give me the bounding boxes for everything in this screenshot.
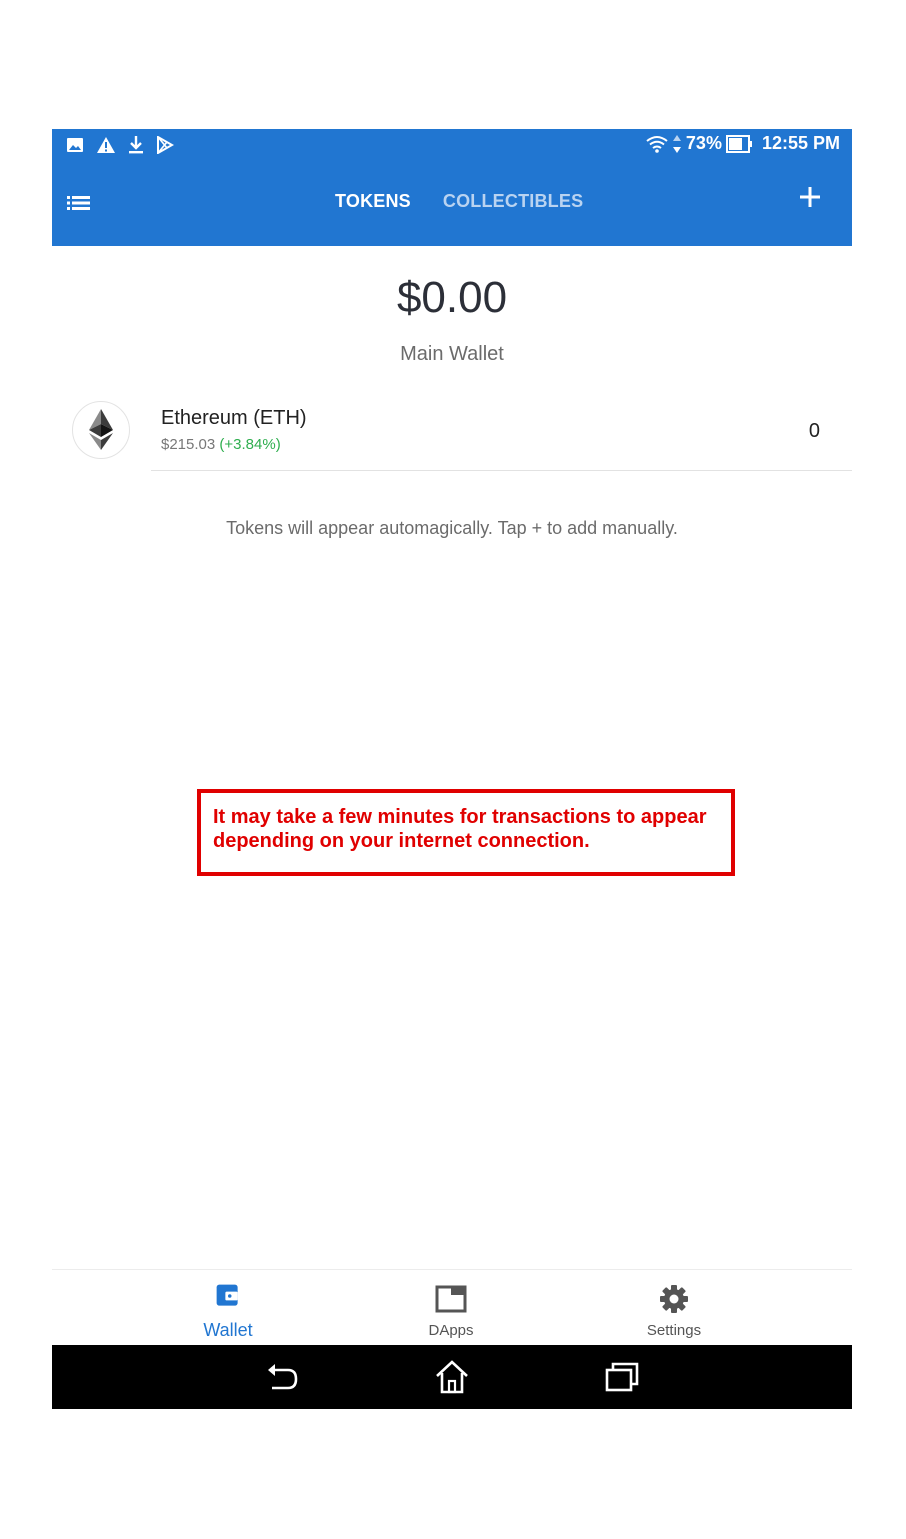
gear-icon [660, 1285, 688, 1313]
system-indicators: 73% 12:55 PM [646, 133, 840, 154]
nav-wallet[interactable]: Wallet [148, 1270, 308, 1345]
list-menu-icon [67, 196, 90, 210]
notice-line-2: depending on your internet connection. [213, 830, 590, 852]
ethereum-icon [72, 401, 130, 459]
app-bar: TOKENS COLLECTIBLES [52, 161, 852, 246]
wallet-icon [216, 1284, 238, 1306]
play-store-icon [157, 136, 174, 154]
wifi-icon [646, 135, 668, 153]
token-change: (+3.84%) [219, 436, 281, 453]
add-token-button[interactable] [798, 185, 822, 209]
transaction-delay-notice: It may take a few minutes for transactio… [197, 789, 735, 876]
nav-settings[interactable]: Settings [594, 1270, 754, 1345]
system-navigation-bar [52, 1345, 852, 1409]
nav-settings-label: Settings [646, 1322, 702, 1339]
status-bar: 73% 12:55 PM [52, 129, 852, 161]
token-row-eth[interactable]: Ethereum (ETH) $215.03 (+3.84%) 0 [52, 395, 852, 471]
browser-window-icon [435, 1285, 467, 1313]
tokens-hint: Tokens will appear automagically. Tap + … [226, 518, 678, 538]
token-amount: 0 [808, 420, 820, 442]
notification-icons [66, 135, 174, 155]
battery-percent: 73% [685, 133, 722, 153]
clock: 12:55 PM [761, 133, 840, 153]
back-button[interactable] [264, 1359, 300, 1395]
tab-tokens[interactable]: TOKENS [335, 191, 411, 212]
download-icon [129, 136, 143, 154]
divider [151, 470, 852, 471]
bottom-navigation: Wallet DApps Settings [52, 1270, 852, 1345]
menu-button[interactable] [66, 193, 92, 213]
total-balance: $0.00 [396, 273, 508, 322]
back-icon [268, 1364, 298, 1390]
recent-apps-icon [605, 1362, 639, 1392]
nav-wallet-label: Wallet [203, 1320, 253, 1340]
plus-icon [800, 187, 820, 207]
battery-icon [725, 134, 752, 153]
image-icon [67, 138, 83, 152]
nav-dapps[interactable]: DApps [371, 1270, 531, 1345]
notice-line-1: It may take a few minutes for transactio… [213, 806, 707, 828]
token-price: $215.03 [161, 436, 216, 453]
recent-apps-button[interactable] [604, 1359, 640, 1395]
token-name: Ethereum (ETH) [161, 407, 307, 429]
warning-icon [97, 137, 115, 153]
home-icon [436, 1360, 468, 1394]
notice-text: It may take a few minutes for transactio… [213, 805, 723, 853]
wallet-name: Main Wallet [400, 343, 504, 365]
app-screen: 73% 12:55 PM TOKENS COLLECTIBLES $0.00 M… [52, 129, 852, 1409]
nav-dapps-label: DApps [428, 1322, 474, 1339]
tab-bar: TOKENS COLLECTIBLES [335, 191, 583, 212]
token-price-line: $215.03 (+3.84%) [161, 436, 281, 453]
data-transfer-icon [672, 134, 681, 153]
tab-collectibles[interactable]: COLLECTIBLES [443, 191, 583, 212]
home-button[interactable] [434, 1359, 470, 1395]
